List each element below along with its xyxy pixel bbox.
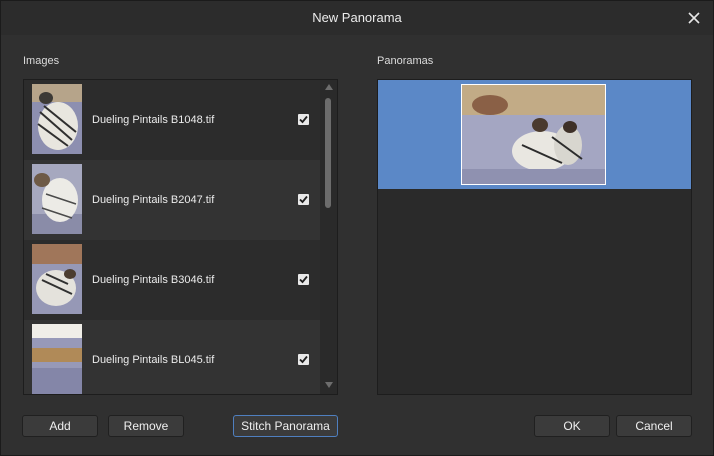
ok-button[interactable]: OK — [534, 415, 610, 437]
panoramas-label: Panoramas — [377, 55, 434, 67]
add-button[interactable]: Add — [22, 415, 98, 437]
list-item[interactable]: Dueling Pintails B1048.tif — [24, 80, 320, 160]
image-thumbnail — [32, 324, 82, 394]
checkmark-icon — [299, 355, 308, 364]
scrollbar-thumb[interactable] — [325, 98, 331, 208]
checkmark-icon — [299, 115, 308, 124]
image-thumbnail — [32, 164, 82, 234]
remove-button[interactable]: Remove — [108, 415, 184, 437]
image-filename: Dueling Pintails B2047.tif — [92, 194, 215, 206]
include-checkbox[interactable] — [298, 194, 309, 205]
panorama-item-selected[interactable] — [378, 80, 691, 189]
arrow-up-icon[interactable] — [325, 84, 333, 90]
images-scrollbar[interactable] — [322, 80, 336, 394]
image-filename: Dueling Pintails B3046.tif — [92, 274, 215, 286]
include-checkbox[interactable] — [298, 274, 309, 285]
new-panorama-dialog: New Panorama Images Panoramas Dueling Pi… — [0, 0, 714, 456]
list-item[interactable]: Dueling Pintails B2047.tif — [24, 160, 320, 240]
stitch-panorama-button[interactable]: Stitch Panorama — [233, 415, 338, 437]
dialog-title: New Panorama — [312, 10, 402, 25]
list-item[interactable]: Dueling Pintails B3046.tif — [24, 240, 320, 320]
images-list[interactable]: Dueling Pintails B1048.tif Dueling Pinta… — [23, 79, 338, 395]
title-bar: New Panorama — [1, 1, 713, 35]
panorama-thumbnail — [461, 84, 606, 185]
close-button[interactable] — [683, 7, 705, 29]
image-filename: Dueling Pintails B1048.tif — [92, 114, 215, 126]
images-label: Images — [23, 55, 60, 67]
panoramas-list[interactable] — [377, 79, 692, 395]
image-thumbnail — [32, 84, 82, 154]
list-item[interactable]: Dueling Pintails BL045.tif — [24, 320, 320, 394]
cancel-button[interactable]: Cancel — [616, 415, 692, 437]
close-icon — [688, 12, 700, 24]
image-filename: Dueling Pintails BL045.tif — [92, 354, 215, 366]
checkmark-icon — [299, 195, 308, 204]
include-checkbox[interactable] — [298, 354, 309, 365]
include-checkbox[interactable] — [298, 114, 309, 125]
image-thumbnail — [32, 244, 82, 314]
checkmark-icon — [299, 275, 308, 284]
arrow-down-icon[interactable] — [325, 382, 333, 388]
